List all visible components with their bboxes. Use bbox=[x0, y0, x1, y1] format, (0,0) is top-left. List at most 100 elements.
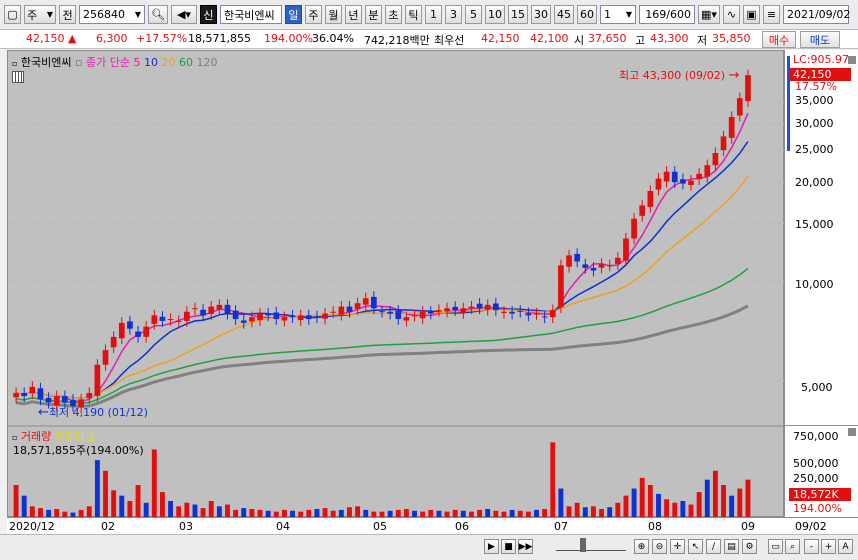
pointer-icon[interactable]: ↖ bbox=[688, 539, 703, 554]
minute-15-button[interactable]: 15 bbox=[507, 5, 528, 24]
current-price: 42,150 ▲ bbox=[26, 32, 77, 45]
volume-bar bbox=[363, 509, 369, 517]
candle-body bbox=[362, 298, 369, 305]
minute-3-button[interactable]: 3 bbox=[444, 5, 462, 24]
minute-60-button[interactable]: 60 bbox=[576, 5, 597, 24]
volume-bar bbox=[94, 460, 100, 517]
search-zoom-icon[interactable]: ⌕ bbox=[785, 539, 800, 554]
jeon-button[interactable]: 전 bbox=[59, 5, 76, 24]
speaker-icon[interactable]: ◀▾ bbox=[170, 5, 197, 24]
tab-minute[interactable]: 분 bbox=[364, 5, 382, 24]
minute-45-button[interactable]: 45 bbox=[553, 5, 574, 24]
candle-body bbox=[419, 311, 426, 319]
open-label: 시 bbox=[574, 34, 585, 47]
chevron-down-icon: ▼ bbox=[134, 10, 141, 19]
candle-body bbox=[631, 218, 637, 239]
candle-body bbox=[21, 392, 28, 397]
minute-5-button[interactable]: 5 bbox=[464, 5, 482, 24]
tab-period-week[interactable]: 주 bbox=[304, 5, 322, 24]
volume-bar bbox=[615, 502, 621, 517]
x-label-03: 03 bbox=[179, 520, 193, 533]
grid-tool-icon[interactable]: ▦▾ bbox=[697, 5, 720, 24]
volume-bar bbox=[509, 509, 515, 517]
count-input[interactable]: 169/600 bbox=[638, 5, 695, 24]
candle-body bbox=[200, 309, 206, 316]
change-percent: +17.57% bbox=[136, 32, 188, 45]
volume-bar bbox=[241, 508, 247, 517]
legend-icon: ▫ bbox=[12, 59, 18, 68]
play-button[interactable]: ▶ bbox=[484, 539, 499, 554]
volume-bar bbox=[534, 509, 539, 517]
settings-icon[interactable]: ⚙ bbox=[742, 539, 757, 554]
candle-body bbox=[29, 386, 36, 394]
volume-bar bbox=[574, 502, 580, 517]
volume-bar bbox=[477, 509, 483, 517]
candle-body bbox=[127, 321, 133, 329]
axis-label-10000: 10,000 bbox=[795, 278, 834, 291]
sell-button[interactable]: 매도 bbox=[800, 31, 840, 48]
volume-bar bbox=[184, 502, 190, 517]
zoom-plus-button[interactable]: + bbox=[821, 539, 836, 554]
list-icon[interactable]: ≡ bbox=[762, 5, 780, 24]
stop-button[interactable]: ■ bbox=[501, 539, 516, 554]
zoom-out-icon[interactable]: ⊖ bbox=[652, 539, 667, 554]
window-icon[interactable]: ▭ bbox=[768, 539, 783, 554]
tab-second[interactable]: 초 bbox=[384, 5, 402, 24]
line-tool-icon[interactable]: ∿ bbox=[722, 5, 740, 24]
quote-bar: 42,150 ▲ 6,300 +17.57% 18,571,855 194.00… bbox=[0, 30, 858, 49]
chart-legend: ▫ 한국비엔씨 ▫ 종가 단순 5 10 20 60 120 bbox=[12, 54, 217, 70]
candle-body bbox=[330, 311, 337, 313]
count-value: 169 bbox=[645, 8, 667, 21]
zoom-slider-handle[interactable] bbox=[580, 538, 586, 552]
candle-body bbox=[371, 296, 377, 309]
minute-10-button[interactable]: 10 bbox=[484, 5, 505, 24]
volume-bar bbox=[566, 506, 572, 517]
ma-legend-20: 20 bbox=[161, 56, 176, 69]
date-input[interactable]: 2021/09/02 bbox=[782, 5, 850, 24]
vol-axis-500000: 500,000 bbox=[793, 457, 839, 470]
tab-period-month[interactable]: 월 bbox=[324, 5, 342, 24]
scroll-handle[interactable] bbox=[848, 428, 856, 436]
scroll-handle[interactable] bbox=[848, 56, 856, 64]
volume-bar bbox=[314, 509, 320, 517]
trading-amount: 742,218백만 bbox=[364, 34, 430, 47]
search-icon[interactable]: 🔍︎ bbox=[148, 5, 168, 24]
candle-body bbox=[444, 308, 450, 312]
zoom-minus-button[interactable]: - bbox=[804, 539, 819, 554]
minute-1-button[interactable]: 1 bbox=[424, 5, 442, 24]
crosshair-icon[interactable]: ✛ bbox=[670, 539, 685, 554]
volume-bar bbox=[607, 507, 613, 517]
tab-period-day[interactable]: 일 bbox=[284, 5, 302, 24]
minute-30-button[interactable]: 30 bbox=[530, 5, 551, 24]
volume-bar bbox=[249, 509, 255, 517]
sin-button[interactable]: 신 bbox=[199, 5, 217, 24]
ma-legend-120: 120 bbox=[196, 56, 218, 69]
chart-panel[interactable]: ▫ 한국비엔씨 ▫ 종가 단순 5 10 20 60 120 최고 43,300… bbox=[7, 50, 785, 517]
volume-bar bbox=[485, 509, 491, 517]
candle-body bbox=[305, 315, 312, 320]
table-icon[interactable] bbox=[12, 71, 24, 83]
volume-bar bbox=[403, 509, 409, 517]
step-select[interactable]: 1 ▼ bbox=[599, 5, 636, 24]
tab-tick[interactable]: 틱 bbox=[404, 5, 422, 24]
candle-body bbox=[297, 315, 304, 321]
chevron-down-icon: ▼ bbox=[46, 10, 53, 19]
chart-type-icon[interactable]: ▢ bbox=[4, 5, 21, 24]
volume-bar bbox=[306, 509, 312, 517]
stock-code-input[interactable]: 256840 ▼ bbox=[79, 5, 145, 24]
fast-forward-button[interactable]: ▶▶ bbox=[518, 539, 533, 554]
save-icon[interactable]: ▣ bbox=[742, 5, 760, 24]
chart-icon[interactable]: ▤ bbox=[724, 539, 739, 554]
price-axis[interactable]: LC:905.97 42,150 17.57% 35,000 30,000 25… bbox=[784, 50, 858, 517]
font-size-button[interactable]: A bbox=[838, 539, 853, 554]
zoom-in-icon[interactable]: ⊕ bbox=[634, 539, 649, 554]
tab-period-year[interactable]: 년 bbox=[344, 5, 362, 24]
zoom-slider[interactable] bbox=[556, 538, 626, 552]
candle-body bbox=[509, 311, 515, 314]
candle-body bbox=[216, 304, 223, 310]
candle-body bbox=[395, 310, 402, 320]
trend-icon[interactable]: ∕ bbox=[706, 539, 721, 554]
candle-body bbox=[493, 303, 499, 311]
buy-button[interactable]: 매수 bbox=[762, 31, 796, 48]
market-select[interactable]: 주 ▼ bbox=[24, 5, 56, 24]
